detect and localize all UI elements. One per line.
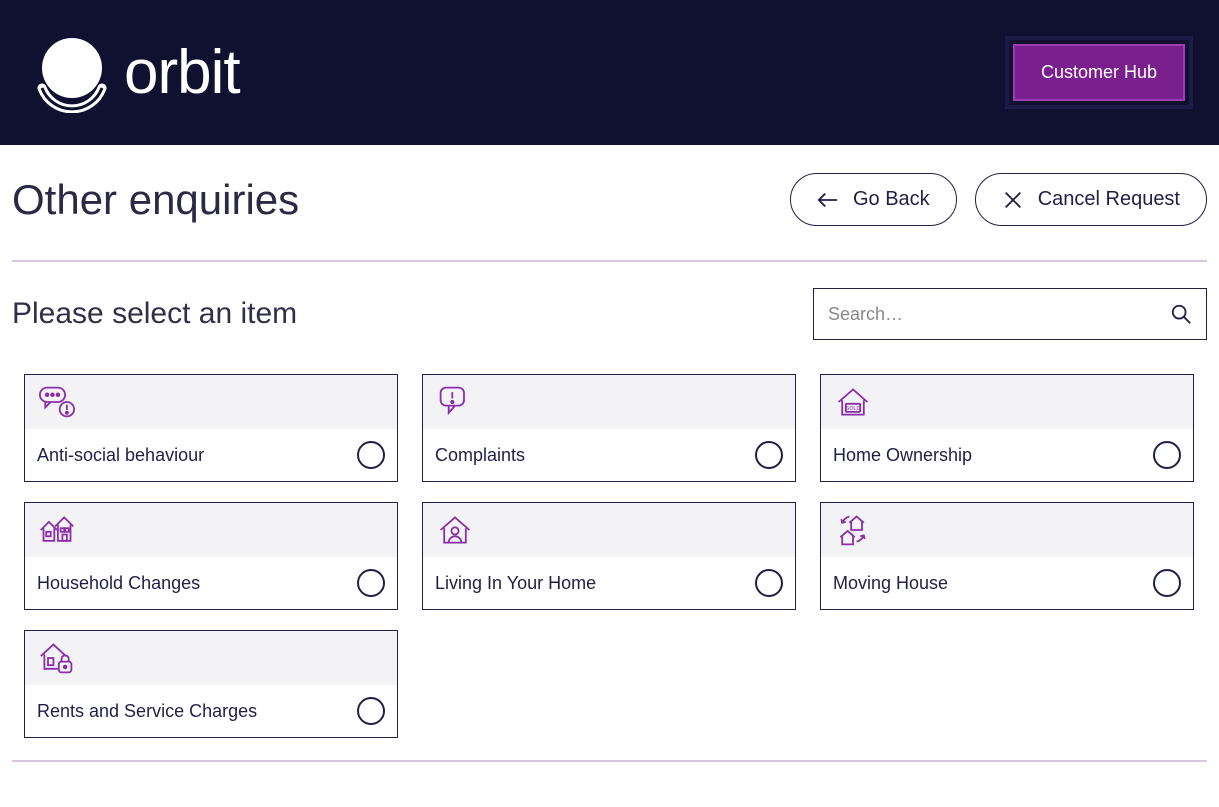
speech-alert-icon (37, 384, 77, 420)
house-swap-icon (833, 512, 873, 548)
options-grid: Anti-social behaviour Complaints (12, 374, 1207, 738)
go-back-label: Go Back (853, 188, 930, 211)
radio-icon (357, 441, 385, 469)
option-complaints[interactable]: Complaints (422, 374, 796, 482)
action-buttons: Go Back Cancel Request (790, 173, 1207, 226)
title-row: Other enquiries Go Back Cancel Request (12, 173, 1207, 226)
option-living-in-your-home[interactable]: Living In Your Home (422, 502, 796, 610)
option-household-changes[interactable]: Household Changes (24, 502, 398, 610)
radio-icon (755, 441, 783, 469)
svg-text:SOLD: SOLD (846, 406, 861, 412)
logo-text: orbit (124, 37, 240, 108)
search-input[interactable] (828, 304, 1170, 325)
option-anti-social-behaviour[interactable]: Anti-social behaviour (24, 374, 398, 482)
divider (12, 260, 1207, 262)
close-icon (1002, 189, 1024, 211)
option-label: Rents and Service Charges (37, 701, 257, 722)
go-back-button[interactable]: Go Back (790, 173, 957, 226)
option-label: Living In Your Home (435, 573, 596, 594)
logo[interactable]: orbit (30, 33, 240, 113)
topbar: orbit Customer Hub (0, 0, 1219, 145)
search-box[interactable] (813, 288, 1207, 340)
option-label: Moving House (833, 573, 948, 594)
option-moving-house[interactable]: Moving House (820, 502, 1194, 610)
subtitle-row: Please select an item (12, 288, 1207, 340)
search-icon (1170, 303, 1192, 325)
radio-icon (755, 569, 783, 597)
radio-icon (1153, 441, 1181, 469)
divider-bottom (12, 760, 1207, 762)
orbit-logo-icon (30, 33, 110, 113)
option-label: Household Changes (37, 573, 200, 594)
cancel-request-button[interactable]: Cancel Request (975, 173, 1207, 226)
cancel-label: Cancel Request (1038, 188, 1180, 211)
subtitle: Please select an item (12, 297, 297, 331)
house-lock-icon (37, 640, 77, 676)
option-home-ownership[interactable]: SOLD Home Ownership (820, 374, 1194, 482)
arrow-left-icon (817, 189, 839, 211)
option-label: Home Ownership (833, 445, 972, 466)
house-person-icon (435, 512, 475, 548)
option-label: Complaints (435, 445, 525, 466)
main-content: Other enquiries Go Back Cancel Request P… (0, 145, 1219, 762)
page-title: Other enquiries (12, 176, 299, 224)
option-label: Anti-social behaviour (37, 445, 204, 466)
customer-hub-wrap: Customer Hub (1005, 36, 1193, 109)
chat-warning-icon (435, 384, 475, 420)
radio-icon (357, 569, 385, 597)
customer-hub-button[interactable]: Customer Hub (1013, 44, 1185, 101)
houses-icon (37, 512, 77, 548)
radio-icon (1153, 569, 1181, 597)
house-sold-icon: SOLD (833, 384, 873, 420)
option-rents-service-charges[interactable]: Rents and Service Charges (24, 630, 398, 738)
radio-icon (357, 697, 385, 725)
